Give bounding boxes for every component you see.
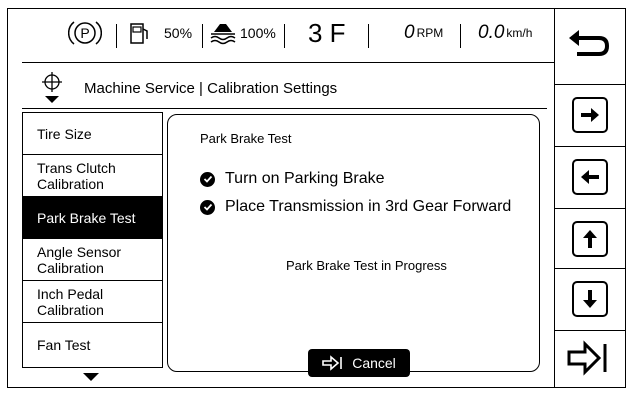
calibration-menu: Tire Size Trans Clutch Calibration Park … [22,112,163,368]
menu-item-trans-clutch-calibration[interactable]: Trans Clutch Calibration [23,155,162,197]
park-brake-icon: P [68,21,102,45]
step-label: Turn on Parking Brake [225,170,385,187]
enter-icon [322,355,343,371]
cancel-button[interactable]: Cancel [308,349,410,377]
checkmark-icon [200,199,215,215]
fuel-icon [130,23,148,44]
scroll-down-icon[interactable] [83,370,99,388]
fuel-level: 50% [164,25,193,41]
menu-item-park-brake-test[interactable]: Park Brake Test [23,197,162,239]
test-step: Place Transmission in 3rd Gear Forward [200,198,511,216]
step-label: Place Transmission in 3rd Gear Forward [225,198,512,215]
enter-icon [567,340,607,376]
progress-status: Park Brake Test in Progress [286,258,447,273]
cancel-label: Cancel [352,355,396,371]
svg-text:P: P [80,25,89,41]
def-level: 100% [240,25,276,41]
arrow-up-icon [583,230,597,248]
test-panel [167,114,540,372]
arrow-left-icon [581,170,599,184]
gear-indicator: 3 F [308,17,346,48]
arrow-right-button[interactable] [555,86,625,146]
menu-item-fan-test[interactable]: Fan Test [23,323,162,367]
page-title: Machine Service | Calibration Settings [84,80,338,97]
speed-readout: 0.0 km/h [478,22,533,43]
menu-item-inch-pedal-calibration[interactable]: Inch Pedal Calibration [23,281,162,323]
status-bar: P 50% 100% 3 F 0 RPM 0.0 km/h [22,14,552,52]
def-fluid-icon [210,24,236,45]
navigation-crosshair-icon[interactable] [40,72,64,109]
arrow-left-button[interactable] [555,148,625,208]
menu-item-angle-sensor-calibration[interactable]: Angle Sensor Calibration [23,239,162,281]
back-button[interactable] [555,24,625,84]
arrow-down-icon [583,290,597,308]
rpm-readout: 0 RPM [404,22,444,43]
park-brake-indicator: P [68,14,102,52]
enter-button[interactable] [555,332,625,386]
arrow-down-button[interactable] [555,270,625,330]
back-icon [569,30,610,56]
def-indicator: 100% [208,14,276,52]
header-divider [22,108,547,109]
test-step: Turn on Parking Brake [200,170,384,188]
arrow-up-button[interactable] [555,210,625,270]
menu-item-tire-size[interactable]: Tire Size [23,113,162,155]
checkmark-icon [200,171,215,187]
fuel-indicator: 50% [128,14,192,52]
test-title: Park Brake Test [200,131,292,146]
arrow-right-icon [581,108,599,122]
